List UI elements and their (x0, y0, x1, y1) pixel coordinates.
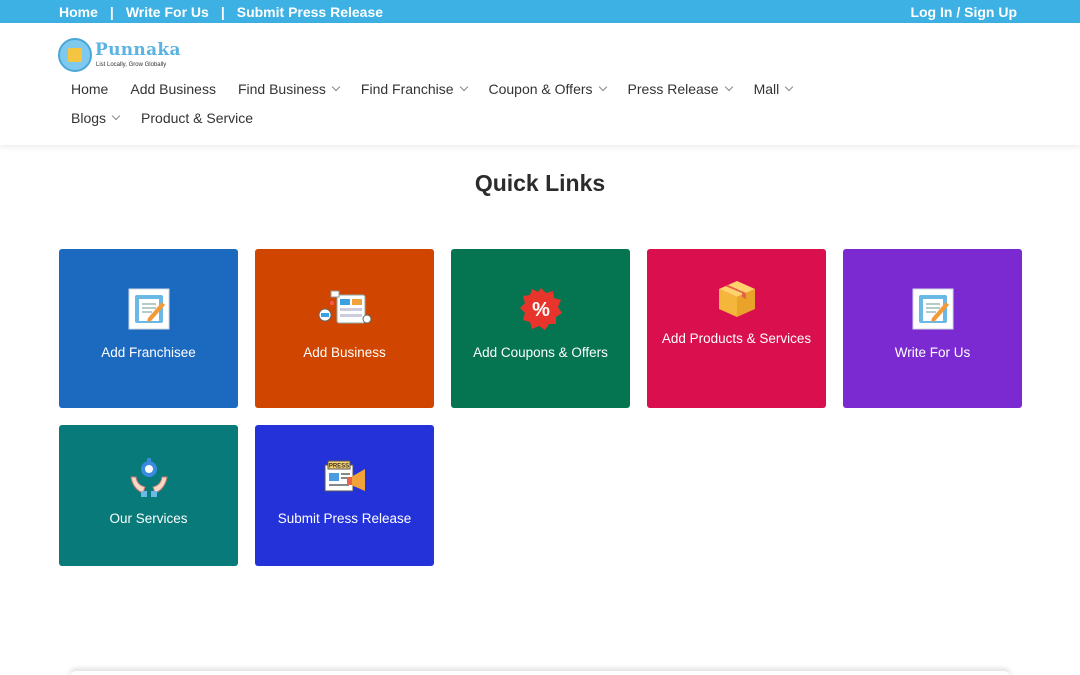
nav-item-mall[interactable]: Mall (743, 81, 804, 97)
separator: | (109, 3, 114, 20)
site-header: Punnaka List Locally, Grow Globally Home… (0, 23, 1080, 145)
nav-item-coupon-offers[interactable]: Coupon & Offers (478, 81, 617, 97)
nav-item-press-release[interactable]: Press Release (617, 81, 743, 97)
chevron-down-icon (724, 82, 733, 92)
quick-link-add-franchisee[interactable]: Add Franchisee (59, 249, 238, 408)
quick-link-submit-press-release[interactable]: PRESS Submit Press Release (255, 425, 434, 566)
logo-name: Punnaka (95, 40, 181, 60)
chevron-down-icon (111, 111, 121, 121)
top-bar: Home | Write For Us | Submit Press Relea… (0, 0, 1080, 23)
top-link-write-for-us[interactable]: Write For Us (126, 4, 209, 20)
quick-link-label: Add Products & Services (661, 331, 812, 346)
product-box-icon (715, 277, 759, 321)
nav-item-find-business[interactable]: Find Business (227, 81, 350, 97)
top-link-submit-press-release[interactable]: Submit Press Release (237, 4, 383, 20)
quick-link-add-business[interactable]: Add Business (255, 249, 434, 408)
chevron-down-icon (331, 82, 341, 92)
nav-row: Blogs Product & Service (60, 108, 1020, 128)
write-icon (912, 287, 954, 331)
quick-link-label: Add Franchisee (101, 345, 196, 360)
coupon-icon: % (519, 287, 563, 331)
services-icon (127, 455, 171, 499)
top-link-home[interactable]: Home (59, 4, 98, 20)
nav-item-label: Press Release (627, 81, 719, 97)
separator: | (220, 3, 225, 20)
logo-tagline: List Locally, Grow Globally (96, 62, 167, 68)
nav-item-label: Find Business (237, 81, 326, 97)
nav-item-label: Blogs (71, 110, 107, 126)
quick-link-add-coupons-offers[interactable]: % Add Coupons & Offers (451, 249, 630, 408)
press-release-icon: PRESS (321, 455, 369, 499)
quick-links-title: Quick Links (474, 170, 606, 196)
nav-item-product-service[interactable]: Product & Service (130, 110, 264, 126)
footer-edge (70, 671, 1010, 675)
nav-item-label: Coupon & Offers (488, 81, 593, 97)
nav-item-label: Find Franchise (360, 81, 454, 97)
chevron-down-icon (598, 82, 607, 92)
logo-mark-icon (58, 38, 92, 72)
chevron-down-icon (785, 82, 794, 92)
quick-link-our-services[interactable]: Our Services (59, 425, 238, 566)
franchise-icon (128, 287, 170, 331)
quick-link-label: Our Services (109, 511, 188, 526)
nav-item-label: Home (71, 81, 109, 97)
nav-item-home[interactable]: Home (60, 81, 119, 97)
top-links: Home | Write For Us | Submit Press Relea… (59, 0, 383, 23)
quick-link-label: Add Business (303, 345, 386, 360)
svg-text:%: % (532, 299, 550, 321)
nav-item-blogs[interactable]: Blogs (60, 110, 130, 126)
quick-link-label: Write For Us (894, 345, 971, 360)
business-icon (315, 287, 375, 331)
quick-link-write-for-us[interactable]: Write For Us (843, 249, 1022, 408)
main-nav: Home Add Business Find Business Find Franch… (60, 79, 1020, 137)
quick-link-add-products-services[interactable]: Add Products & Services (647, 249, 826, 408)
nav-item-find-franchise[interactable]: Find Franchise (350, 81, 478, 97)
nav-row: Home Add Business Find Business Find Franch… (60, 79, 1020, 99)
quick-link-label: Submit Press Release (277, 511, 412, 526)
nav-item-label: Mall (753, 81, 780, 97)
nav-item-label: Add Business (130, 81, 216, 97)
svg-text:PRESS: PRESS (328, 464, 348, 470)
login-signup-link[interactable]: Log In / Sign Up (910, 4, 1017, 20)
site-logo[interactable]: Punnaka List Locally, Grow Globally (58, 38, 180, 72)
nav-item-add-business[interactable]: Add Business (119, 81, 227, 97)
quick-link-label: Add Coupons & Offers (473, 345, 608, 360)
nav-item-label: Product & Service (141, 110, 254, 126)
chevron-down-icon (459, 82, 468, 92)
